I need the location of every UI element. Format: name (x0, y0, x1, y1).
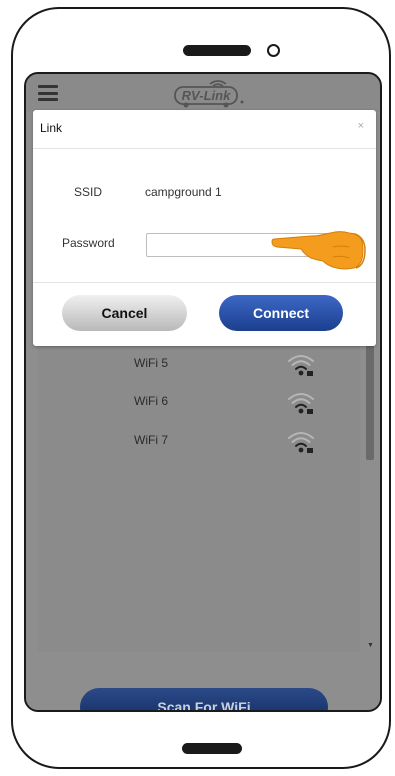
wifi-list-item[interactable]: WiFi 6 (38, 384, 360, 422)
wifi-list-item[interactable]: WiFi 7 (38, 423, 360, 461)
home-button[interactable] (182, 743, 242, 754)
wifi-signal-icon (288, 355, 314, 376)
wifi-network-name: WiFi 5 (134, 356, 168, 370)
connect-button[interactable]: Connect (219, 295, 343, 331)
wifi-network-name: WiFi 7 (134, 433, 168, 447)
speaker-grille (183, 45, 251, 56)
close-icon[interactable]: × (358, 120, 364, 132)
ssid-label: SSID (74, 185, 103, 199)
ssid-value: campground 1 (145, 185, 222, 199)
dialog-footer-divider (33, 282, 376, 283)
list-scrollbar[interactable]: ▼ (365, 308, 375, 654)
wifi-signal-icon (288, 432, 314, 453)
wifi-list-item[interactable]: WiFi 5 (38, 346, 360, 384)
password-label: Password (62, 236, 115, 250)
pointing-hand-icon (271, 231, 366, 270)
wifi-signal-icon (288, 393, 314, 414)
app-header: RV-Link (26, 74, 380, 112)
dialog-header-divider (33, 148, 376, 149)
wifi-network-name: WiFi 6 (134, 394, 168, 408)
rv-link-logo: RV-Link (174, 80, 244, 108)
cancel-button[interactable]: Cancel (62, 295, 187, 331)
scan-for-wifi-button[interactable]: Scan For WiFi (80, 688, 328, 710)
dialog-title: Link (40, 121, 63, 135)
front-camera (267, 44, 280, 57)
svg-text:RV-Link: RV-Link (182, 88, 231, 103)
scroll-down-arrow-icon[interactable]: ▼ (367, 642, 374, 649)
hamburger-menu-icon[interactable] (38, 85, 58, 101)
